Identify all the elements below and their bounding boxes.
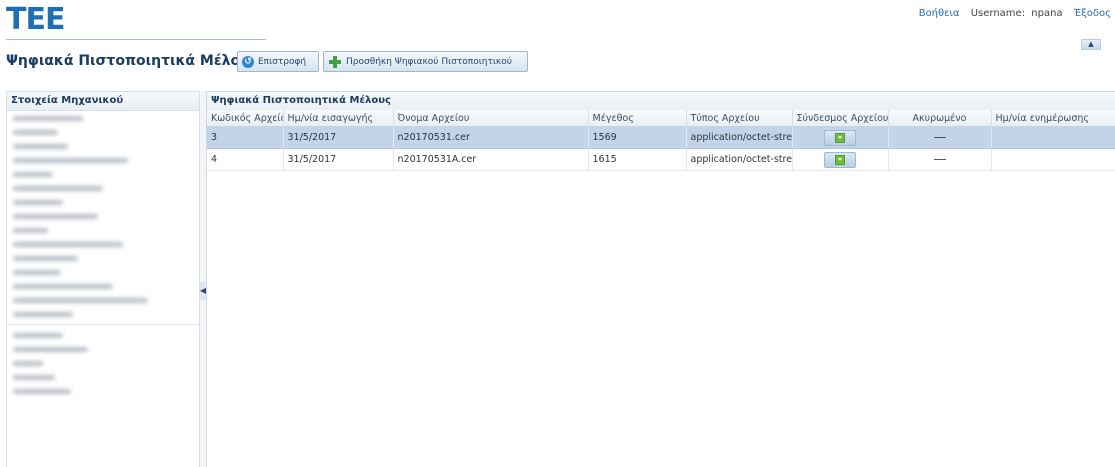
cell-file-name: n20170531.cer xyxy=(393,126,589,149)
top-links: Βοήθεια Username: npana Έξοδος xyxy=(919,8,1111,19)
plus-icon xyxy=(328,55,342,69)
redacted-text xyxy=(13,242,123,247)
redacted-text xyxy=(13,270,61,275)
redacted-info-row xyxy=(7,384,199,398)
redacted-info-row xyxy=(7,195,199,209)
column-header[interactable]: Όνομα Αρχείου xyxy=(393,110,589,127)
dash-icon xyxy=(933,159,946,160)
redacted-info-row xyxy=(7,251,199,265)
back-button-label: Επιστροφή xyxy=(258,56,307,67)
redacted-text xyxy=(13,130,58,135)
cell-update-date xyxy=(991,126,1115,149)
add-certificate-button[interactable]: Προσθήκη Ψηφιακού Πιστοποιητικού xyxy=(323,51,528,72)
tee-logo: ΤΕΕ xyxy=(6,2,65,37)
collapse-header-button[interactable]: ▲ xyxy=(1081,39,1101,50)
redacted-text xyxy=(13,333,63,338)
header-divider xyxy=(6,39,266,40)
column-header[interactable]: Κωδικός Αρχείου xyxy=(207,110,284,127)
help-link[interactable]: Βοήθεια xyxy=(919,8,960,19)
grid-title: Ψηφιακά Πιστοποιητικά Μέλους xyxy=(207,92,1115,110)
redacted-text xyxy=(13,284,113,289)
redacted-text xyxy=(13,200,63,205)
redacted-info-row xyxy=(7,167,199,181)
redacted-info-row xyxy=(7,293,199,307)
download-icon[interactable] xyxy=(824,129,856,146)
redacted-info-row xyxy=(7,307,199,321)
redacted-text xyxy=(13,172,53,177)
add-certificate-label: Προσθήκη Ψηφιακού Πιστοποιητικού xyxy=(346,56,512,67)
cell-file-name: n20170531A.cer xyxy=(393,148,589,171)
engineer-info-list xyxy=(7,111,199,398)
cell-insert-date: 31/5/2017 xyxy=(283,126,394,149)
username-label: Username: xyxy=(970,8,1026,19)
redacted-text xyxy=(13,186,103,191)
redacted-text xyxy=(13,144,68,149)
redacted-info-row xyxy=(7,279,199,293)
redacted-info-row xyxy=(7,265,199,279)
table-row[interactable]: 3 31/5/2017 n20170531.cer 1569 applicati… xyxy=(207,126,1115,149)
table-header-row: Κωδικός Αρχείου Ημ/νία εισαγωγής Όνομα Α… xyxy=(207,110,1115,127)
redacted-info-row xyxy=(7,153,199,167)
column-header[interactable]: Τύπος Αρχείου xyxy=(686,110,793,127)
redacted-text xyxy=(13,214,98,219)
redacted-info-row xyxy=(7,342,199,356)
redacted-info-row xyxy=(7,223,199,237)
download-icon[interactable] xyxy=(824,151,856,168)
cell-file-size: 1569 xyxy=(588,126,687,149)
redacted-info-row xyxy=(7,111,199,125)
redacted-info-row xyxy=(7,356,199,370)
redacted-info-row xyxy=(7,139,199,153)
certificates-grid: Ψηφιακά Πιστοποιητικά Μέλους Κωδικός Αρχ… xyxy=(206,91,1115,467)
redacted-text xyxy=(13,256,78,261)
redacted-text xyxy=(13,228,48,233)
engineer-info-panel: Στοιχεία Μηχανικού xyxy=(6,91,200,467)
redacted-info-row xyxy=(7,370,199,384)
cell-cancelled xyxy=(888,148,992,171)
redacted-text xyxy=(13,375,55,380)
cell-file-code: 3 xyxy=(207,126,284,149)
redacted-text xyxy=(13,347,88,352)
redacted-text xyxy=(13,158,128,163)
logout-link[interactable]: Έξοδος xyxy=(1074,8,1111,19)
redacted-info-row xyxy=(7,237,199,251)
cell-file-type: application/octet-stre xyxy=(686,126,793,149)
column-header[interactable]: Ημ/νία εισαγωγής xyxy=(283,110,394,127)
column-header[interactable]: Μέγεθος xyxy=(588,110,687,127)
cell-insert-date: 31/5/2017 xyxy=(283,148,394,171)
redacted-text xyxy=(13,312,73,317)
engineer-info-title: Στοιχεία Μηχανικού xyxy=(7,92,199,111)
back-button[interactable]: ↺ Επιστροφή xyxy=(237,51,319,72)
certificates-table: Κωδικός Αρχείου Ημ/νία εισαγωγής Όνομα Α… xyxy=(207,110,1115,171)
table-row[interactable]: 4 31/5/2017 n20170531A.cer 1615 applicat… xyxy=(207,148,1115,171)
page-title: Ψηφιακά Πιστοποιητικά Μέλους xyxy=(6,53,258,69)
collapse-up-icon: ▲ xyxy=(1088,40,1094,48)
cell-file-code: 4 xyxy=(207,148,284,171)
cell-file-size: 1615 xyxy=(588,148,687,171)
cell-file-link xyxy=(792,126,889,149)
column-header[interactable]: Ακυρωμένο xyxy=(888,110,992,127)
cell-update-date xyxy=(991,148,1115,171)
redacted-text xyxy=(13,298,148,303)
column-header[interactable]: Σύνδεσμος Αρχείου xyxy=(792,110,889,127)
redacted-info-row xyxy=(7,328,199,342)
cell-file-type: application/octet-stre xyxy=(686,148,793,171)
redacted-info-row xyxy=(7,181,199,195)
redacted-text xyxy=(13,389,71,394)
column-header[interactable]: Ημ/νία ενημέρωσης xyxy=(991,110,1115,127)
redacted-info-row xyxy=(7,125,199,139)
redacted-info-row xyxy=(7,209,199,223)
redacted-text xyxy=(13,116,83,121)
redacted-text xyxy=(13,361,43,366)
cell-file-link xyxy=(792,148,889,171)
back-circle-icon: ↺ xyxy=(242,55,254,68)
list-separator xyxy=(7,324,199,325)
dash-icon xyxy=(933,137,946,138)
cell-cancelled xyxy=(888,126,992,149)
username-value: npana xyxy=(1031,8,1063,19)
